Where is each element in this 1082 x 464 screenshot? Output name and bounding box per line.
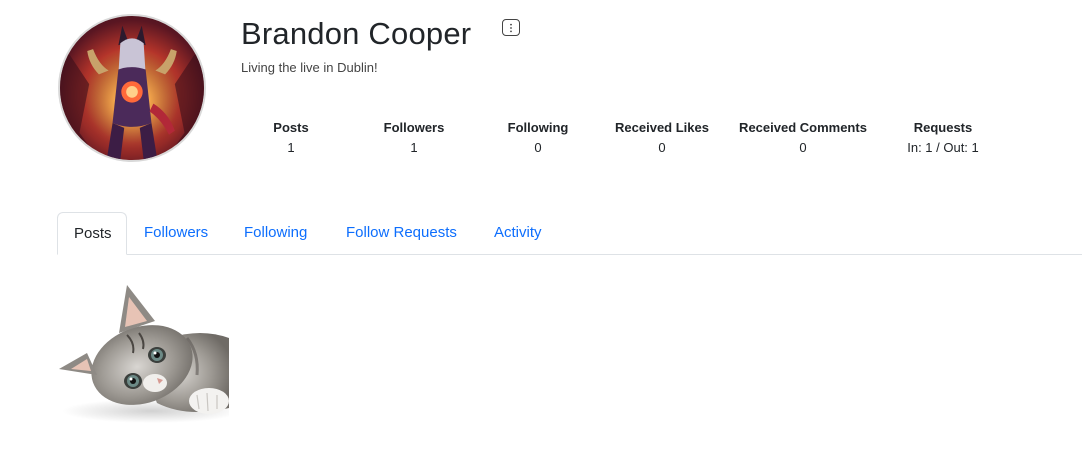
stat-value: 0 [799,140,807,155]
kitten-photo [57,283,229,425]
stat-label: Posts [273,120,309,135]
stat-followers: Followers 1 [384,120,445,155]
stat-label: Received Comments [739,120,867,135]
tab-followers[interactable]: Followers [128,212,224,254]
stat-following: Following 0 [508,120,569,155]
stat-received-likes: Received Likes 0 [615,120,709,155]
stat-value: In: 1 / Out: 1 [907,140,979,155]
stat-label: Received Likes [615,120,709,135]
tab-follow-requests[interactable]: Follow Requests [330,212,473,254]
profile-tabs: Posts Followers Following Follow Request… [57,212,1082,255]
stat-value: 1 [287,140,295,155]
profile-stats: Posts 1 Followers 1 Following 0 Received… [0,120,1082,160]
stat-value: 0 [534,140,542,155]
stat-requests: Requests In: 1 / Out: 1 [907,120,979,155]
profile-options-button[interactable] [502,19,520,36]
stat-label: Following [507,120,569,135]
post-thumbnail[interactable] [57,283,229,425]
tab-posts[interactable]: Posts [57,212,127,255]
profile-bio: Living the live in Dublin! [241,60,378,75]
tab-activity[interactable]: Activity [478,212,558,254]
stat-value: 0 [658,140,666,155]
stat-posts: Posts 1 [273,120,308,155]
profile-name: Brandon Cooper [241,16,472,51]
stat-value: 1 [410,140,418,155]
stat-received-comments: Received Comments 0 [739,120,867,155]
stat-label: Followers [383,120,445,135]
tab-following[interactable]: Following [228,212,323,254]
more-vertical-icon [510,23,512,32]
stat-label: Requests [913,120,973,135]
